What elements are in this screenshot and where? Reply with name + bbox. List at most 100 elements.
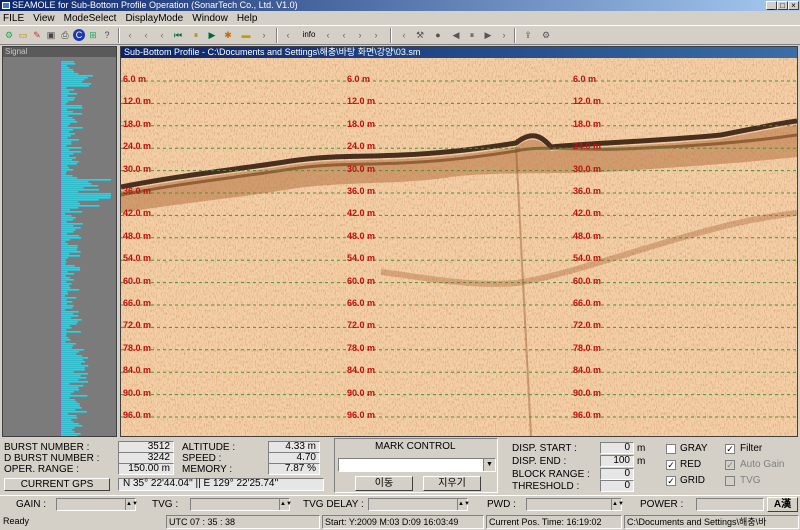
status-bar: Ready UTC 07 : 35 : 38 Start: Y:2009 M:0… — [0, 514, 800, 530]
red-checkbox[interactable]: ✓ — [666, 460, 676, 470]
grid-checkbox[interactable]: ✓ — [666, 476, 676, 486]
spin-icon[interactable]: ▲▼ — [279, 499, 292, 510]
nav-right-icon[interactable]: › — [354, 29, 366, 41]
depth-label: 90.0 m — [573, 387, 602, 398]
wrench-icon[interactable]: ⚒ — [414, 29, 426, 41]
auto-gain-checkbox[interactable]: ✓ — [725, 460, 735, 470]
play-icon[interactable]: ▶ — [206, 29, 218, 41]
pause2-icon[interactable]: ⏸ — [466, 29, 478, 41]
filter-checkbox[interactable]: ✓ — [725, 444, 735, 454]
block-range-label: BLOCK RANGE : — [512, 469, 590, 480]
scroll-left-icon[interactable]: ‹ — [398, 29, 410, 41]
help-icon[interactable]: ? — [101, 29, 113, 41]
spin-icon[interactable]: ▲▼ — [611, 499, 624, 510]
power-label: POWER : — [640, 499, 684, 510]
block-range-value[interactable]: 0 — [600, 468, 634, 480]
rewind-icon[interactable]: ‹ — [124, 29, 136, 41]
reverse-play-icon[interactable]: ◀ — [450, 29, 462, 41]
close-button[interactable]: × — [788, 1, 799, 10]
menu-bar: FILE View ModeSelect DisplayMode Window … — [0, 11, 800, 25]
auto-gain-label: Auto Gain — [740, 459, 785, 470]
depth-label: 42.0 m — [573, 208, 602, 219]
toolbar-separator — [390, 28, 392, 43]
network-icon[interactable]: ⊞ — [87, 29, 99, 41]
maximize-button[interactable]: □ — [777, 1, 788, 10]
save-icon[interactable]: ▣ — [45, 29, 57, 41]
stop-icon[interactable]: ● — [432, 29, 444, 41]
threshold-value[interactable]: 0 — [600, 480, 634, 492]
gain-label: GAIN : — [16, 499, 47, 510]
connect-icon[interactable]: ⚙ — [3, 29, 15, 41]
status-start: Start: Y:2009 M:03 D:09 16:03:49 — [322, 515, 484, 529]
spin-icon[interactable]: ▲▼ — [125, 499, 138, 510]
info-icon[interactable]: info — [299, 29, 319, 41]
depth-label: 24.0 m — [573, 141, 602, 152]
depth-label: 30.0 m — [347, 163, 376, 174]
export-icon[interactable]: ⇪ — [522, 29, 534, 41]
menu-modeselect[interactable]: ModeSelect — [64, 13, 117, 24]
toolbar-separator — [118, 28, 120, 43]
print-icon[interactable]: ⎙ — [59, 29, 71, 41]
menu-view[interactable]: View — [33, 13, 55, 24]
depth-label: 6.0 m — [573, 74, 597, 84]
nav-left2-icon[interactable]: ‹ — [338, 29, 350, 41]
depth-label: 60.0 m — [347, 275, 376, 286]
record-icon[interactable]: ✱ — [222, 29, 234, 41]
depth-label: 66.0 m — [347, 298, 376, 308]
tvg-option-label: TVG — [740, 475, 761, 486]
marker-icon[interactable]: ▬ — [240, 29, 252, 41]
tvg-checkbox[interactable] — [725, 476, 735, 486]
current-gps-button[interactable]: CURRENT GPS — [4, 478, 110, 491]
minimize-button[interactable]: _ — [766, 1, 777, 10]
settings-icon[interactable]: ✎ — [31, 29, 43, 41]
disp-end-label: DISP. END : — [512, 456, 567, 467]
tools-icon[interactable]: ⚙ — [540, 29, 552, 41]
info-circle-icon[interactable]: C — [73, 29, 85, 41]
menu-displaymode[interactable]: DisplayMode — [125, 13, 183, 24]
toolbar-separator — [514, 28, 516, 43]
forward-play-icon[interactable]: ▶ — [482, 29, 494, 41]
skip-start-icon[interactable]: ⏮ — [172, 29, 184, 41]
menu-file[interactable]: FILE — [3, 13, 24, 24]
menu-help[interactable]: Help — [237, 13, 258, 24]
back-icon[interactable]: ‹ — [140, 29, 152, 41]
app-icon — [2, 2, 10, 9]
scroll-right-icon[interactable]: › — [498, 29, 510, 41]
prev-icon[interactable]: ‹ — [156, 29, 168, 41]
ime-toggle[interactable]: A漢 — [767, 497, 798, 512]
chevron-down-icon[interactable]: ▼ — [483, 459, 495, 471]
depth-label: 66.0 m — [123, 298, 152, 308]
memory-label: MEMORY : — [182, 464, 233, 475]
gain-controls-row: GAIN : ▲▼ TVG : ▲▼ TVG DELAY : ▲▼ PWD : … — [0, 495, 800, 513]
pwd-slider[interactable]: ▲▼ — [526, 498, 624, 511]
gray-checkbox[interactable] — [666, 444, 676, 454]
tvg-delay-slider[interactable]: ▲▼ — [368, 498, 470, 511]
mark-select[interactable]: ▼ — [338, 458, 496, 472]
disp-end-value[interactable]: 100 — [600, 455, 634, 467]
spin-icon[interactable]: ▲▼ — [457, 499, 470, 510]
clear-button[interactable]: 지우기 — [423, 476, 481, 491]
d-burst-number-label: D BURST NUMBER : — [4, 453, 100, 464]
menu-window[interactable]: Window — [192, 13, 228, 24]
move-button[interactable]: 이동 — [355, 476, 413, 491]
nav-right2-icon[interactable]: › — [370, 29, 382, 41]
depth-label: 60.0 m — [123, 275, 152, 286]
forward-icon[interactable]: › — [258, 29, 270, 41]
tvg-slider[interactable]: ▲▼ — [190, 498, 292, 511]
gain-slider[interactable]: ▲▼ — [56, 498, 138, 511]
oper-range-label: OPER. RANGE : — [4, 464, 80, 475]
back2-icon[interactable]: ‹ — [282, 29, 294, 41]
depth-label: 90.0 m — [123, 387, 152, 398]
depth-label: 54.0 m — [347, 253, 376, 264]
disp-start-value[interactable]: 0 — [600, 442, 634, 454]
power-slider[interactable] — [696, 498, 764, 511]
altitude-label: ALTITUDE : — [182, 442, 236, 453]
nav-left-icon[interactable]: ‹ — [322, 29, 334, 41]
depth-label: 96.0 m — [573, 410, 602, 420]
depth-label: 90.0 m — [347, 387, 376, 398]
red-label: RED — [680, 459, 702, 470]
depth-label: 48.0 m — [347, 230, 376, 241]
sub-bottom-profile-view[interactable]: 6.0 m 6.0 m 6.0 m 12.0 m 12.0 m 12.0 m 18.0 m 1… — [120, 46, 798, 437]
open-folder-icon[interactable]: ▭ — [17, 29, 29, 41]
pause-icon[interactable]: ⏸ — [190, 29, 202, 41]
